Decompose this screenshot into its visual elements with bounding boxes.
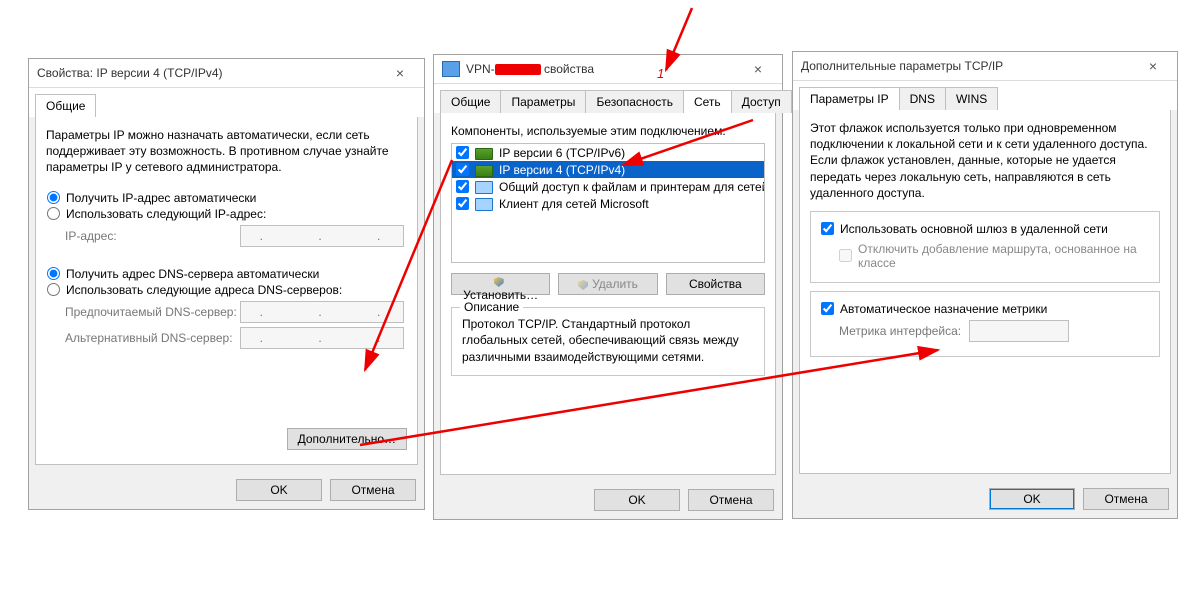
tab-параметры-ip[interactable]: Параметры IP xyxy=(799,87,900,110)
radio-dns-manual[interactable] xyxy=(47,283,60,296)
tab-общие[interactable]: Общие xyxy=(440,90,501,113)
radio-ip-auto-label: Получить IP-адрес автоматически xyxy=(66,191,256,205)
title: Дополнительные параметры TCP/IP xyxy=(801,59,1133,73)
close-icon[interactable]: × xyxy=(1133,58,1173,74)
shield-icon xyxy=(494,277,504,287)
autometric-checkbox[interactable] xyxy=(821,302,834,315)
ok-button[interactable]: OK xyxy=(989,488,1075,510)
component-checkbox[interactable] xyxy=(456,197,469,210)
component-label: IP версии 4 (TCP/IPv4) xyxy=(499,163,625,177)
tab-page-ip-settings: Этот флажок используется только при одно… xyxy=(799,110,1171,474)
dns2-input xyxy=(240,327,404,349)
tab-безопасность[interactable]: Безопасность xyxy=(585,90,684,113)
radio-ip-auto[interactable] xyxy=(47,191,60,204)
adapter-icon xyxy=(475,165,493,177)
ipv4-properties-dialog: Свойства: IP версии 4 (TCP/IPv4) × Общие… xyxy=(28,58,425,510)
gateway-label: Использовать основной шлюз в удаленной с… xyxy=(840,222,1108,236)
tab-параметры[interactable]: Параметры xyxy=(500,90,586,113)
tab-сеть[interactable]: Сеть xyxy=(683,90,732,113)
component-label: IP версии 6 (TCP/IPv6) xyxy=(499,146,625,160)
list-item[interactable]: IP версии 4 (TCP/IPv4) xyxy=(452,161,764,178)
cancel-button[interactable]: Отмена xyxy=(330,479,416,501)
remove-button: Удалить xyxy=(558,273,657,295)
cancel-button[interactable]: Отмена xyxy=(1083,488,1169,510)
tab-page-general: Параметры IP можно назначать автоматичес… xyxy=(35,117,418,465)
intro-text: Этот флажок используется только при одно… xyxy=(810,120,1160,201)
dialog-buttons: OK Отмена xyxy=(793,480,1177,518)
dialog-buttons: OK Отмена xyxy=(29,471,424,509)
component-checkbox[interactable] xyxy=(456,146,469,159)
list-item[interactable]: IP версии 6 (TCP/IPv6) xyxy=(452,144,764,161)
autometric-label: Автоматическое назначение метрики xyxy=(840,302,1047,316)
component-label: Общий доступ к файлам и принтерам для се… xyxy=(499,180,765,194)
ok-button[interactable]: OK xyxy=(594,489,680,511)
tcpip-advanced-dialog: Дополнительные параметры TCP/IP × Параме… xyxy=(792,51,1178,519)
dns1-label: Предпочитаемый DNS-сервер: xyxy=(65,305,240,319)
component-checkbox[interactable] xyxy=(456,163,469,176)
tab-dns[interactable]: DNS xyxy=(899,87,946,110)
title-suffix: свойства xyxy=(541,62,594,76)
close-icon[interactable]: × xyxy=(380,65,420,81)
tab-доступ[interactable]: Доступ xyxy=(731,90,792,113)
radio-ip-manual[interactable] xyxy=(47,207,60,220)
monitor-icon xyxy=(475,181,493,194)
install-button[interactable]: Установить… xyxy=(451,273,550,295)
description-text: Протокол TCP/IP. Стандартный протокол гл… xyxy=(462,316,754,365)
tab-wins[interactable]: WINS xyxy=(945,87,998,110)
tabstrip: ОбщиеПараметрыБезопасностьСетьДоступ xyxy=(434,84,782,113)
titlebar: VPN- свойства × xyxy=(434,55,782,84)
title: VPN- свойства xyxy=(466,62,738,76)
dialog-buttons: OK Отмена xyxy=(434,481,782,519)
advanced-button[interactable]: Дополнительно… xyxy=(287,428,407,450)
radio-dns-auto[interactable] xyxy=(47,267,60,280)
ip-address-input xyxy=(240,225,404,247)
components-label: Компоненты, используемые этим подключени… xyxy=(451,123,765,139)
gateway-checkbox[interactable] xyxy=(821,222,834,235)
ok-button[interactable]: OK xyxy=(236,479,322,501)
component-checkbox[interactable] xyxy=(456,180,469,193)
title-prefix: VPN- xyxy=(466,62,495,76)
titlebar: Дополнительные параметры TCP/IP × xyxy=(793,52,1177,81)
radio-dns-manual-label: Использовать следующие адреса DNS-сервер… xyxy=(66,283,342,297)
component-label: Клиент для сетей Microsoft xyxy=(499,197,649,211)
classroute-checkbox xyxy=(839,249,852,262)
classroute-label: Отключить добавление маршрута, основанно… xyxy=(858,242,1149,270)
intro-text: Параметры IP можно назначать автоматичес… xyxy=(46,127,407,176)
cancel-button[interactable]: Отмена xyxy=(688,489,774,511)
dns1-input xyxy=(240,301,404,323)
dns2-label: Альтернативный DNS-сервер: xyxy=(65,331,240,345)
metric-input xyxy=(969,320,1069,342)
title: Свойства: IP версии 4 (TCP/IPv4) xyxy=(37,66,380,80)
ip-address-label: IP-адрес: xyxy=(65,229,240,243)
monitor-icon xyxy=(475,198,493,211)
shield-icon xyxy=(578,280,588,290)
connection-icon xyxy=(442,61,460,77)
list-item[interactable]: Клиент для сетей Microsoft xyxy=(452,195,764,212)
titlebar: Свойства: IP версии 4 (TCP/IPv4) × xyxy=(29,59,424,88)
list-item[interactable]: Общий доступ к файлам и принтерам для се… xyxy=(452,178,764,195)
close-icon[interactable]: × xyxy=(738,61,778,77)
metric-label: Метрика интерфейса: xyxy=(839,324,969,338)
tab-general[interactable]: Общие xyxy=(35,94,96,117)
radio-dns-auto-label: Получить адрес DNS-сервера автоматически xyxy=(66,267,319,281)
tab-page-network: Компоненты, используемые этим подключени… xyxy=(440,113,776,475)
tabstrip: Общие xyxy=(29,88,424,117)
vpn-properties-dialog: VPN- свойства × ОбщиеПараметрыБезопаснос… xyxy=(433,54,783,520)
remove-label: Удалить xyxy=(592,277,638,291)
radio-ip-manual-label: Использовать следующий IP-адрес: xyxy=(66,207,266,221)
redacted-name xyxy=(495,64,541,75)
properties-button[interactable]: Свойства xyxy=(666,273,765,295)
tabstrip: Параметры IPDNSWINS xyxy=(793,81,1177,110)
components-list[interactable]: IP версии 6 (TCP/IPv6) IP версии 4 (TCP/I… xyxy=(451,143,765,263)
description-legend: Описание xyxy=(460,300,523,314)
adapter-icon xyxy=(475,148,493,160)
